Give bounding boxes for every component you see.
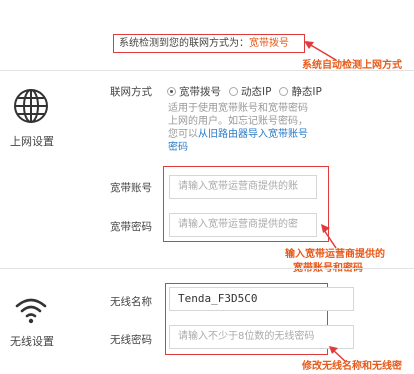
wifi-name-label: 无线名称 xyxy=(110,296,152,308)
section-label-internet: 上网设置 xyxy=(10,135,54,148)
detected-connection-box: 系统检测到您的联网方式为：宽带拨号 xyxy=(113,34,305,53)
annotation-enter-account: 输入宽带运营商提供的 宽带账号和密码 xyxy=(285,249,385,274)
connection-mode-group: 宽带拨号 动态IP 静态IP xyxy=(167,84,330,99)
detected-connection-value: 宽带拨号 xyxy=(249,38,289,49)
broadband-password-input[interactable]: 请输入宽带运营商提供的密 xyxy=(169,213,317,237)
wifi-password-label: 无线密码 xyxy=(110,334,152,346)
connection-mode-hint: 适用于使用宽带账号和宽带密码 上网的用户。如忘记账号密码， 您可以从旧路由器导入… xyxy=(168,102,343,154)
radio-selected-icon[interactable] xyxy=(167,87,176,96)
annotation-modify-wifi: 修改无线名称和无线密 xyxy=(302,361,402,372)
globe-icon xyxy=(14,89,48,123)
radio-icon[interactable] xyxy=(279,87,289,96)
detected-connection-prefix: 系统检测到您的联网方式为： xyxy=(119,38,249,49)
mode-option-static[interactable]: 静态IP xyxy=(279,86,322,98)
connection-mode-label: 联网方式 xyxy=(110,86,152,98)
section-divider-top xyxy=(0,70,414,71)
wifi-name-input[interactable]: Tenda_F3D5C0 xyxy=(169,287,354,311)
import-old-router-link[interactable]: 从旧路由器导入宽带账号 xyxy=(198,129,308,140)
arrow-account-icon xyxy=(321,224,337,249)
section-label-wireless: 无线设置 xyxy=(10,335,54,348)
mode-option-pppoe[interactable]: 宽带拨号 xyxy=(167,86,221,98)
broadband-password-label: 宽带密码 xyxy=(110,221,152,233)
import-old-router-link-cont[interactable]: 密码 xyxy=(168,141,343,154)
wifi-icon xyxy=(15,298,47,324)
broadband-account-label: 宽带账号 xyxy=(110,182,152,194)
radio-icon[interactable] xyxy=(229,87,238,96)
section-divider-bottom xyxy=(0,268,414,269)
broadband-account-input[interactable]: 请输入宽带运营商提供的账 xyxy=(169,175,317,199)
mode-option-dhcp[interactable]: 动态IP xyxy=(229,86,271,98)
